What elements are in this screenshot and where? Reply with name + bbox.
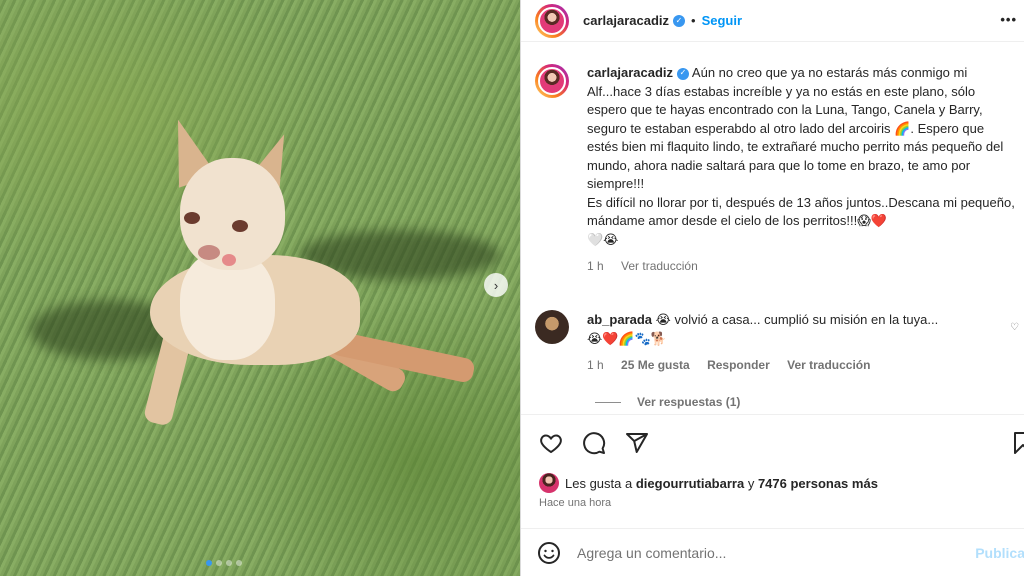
comment-username[interactable]: ab_parada	[587, 312, 652, 327]
carousel-next-button[interactable]: ›	[484, 273, 508, 297]
dog-eye	[184, 212, 200, 224]
view-replies-label: Ver respuestas (1)	[637, 395, 741, 409]
avatar[interactable]	[539, 473, 559, 493]
comment-emoji-line: 😭❤️🌈🐾🐕	[587, 331, 667, 346]
likes-and: y	[747, 475, 755, 491]
comment-like-icon[interactable]: ♡	[1010, 322, 1019, 333]
avatar[interactable]	[535, 310, 569, 344]
more-options-icon[interactable]: •••	[1000, 12, 1017, 27]
caption-emoji: 😱❤️	[857, 213, 887, 228]
comment-item: ab_parada 😭 volvió a casa... cumplió su …	[535, 310, 1019, 375]
reply-button[interactable]: Responder	[707, 358, 770, 372]
likes-user[interactable]: diegourrutiabarra	[636, 476, 744, 491]
view-replies-button[interactable]: Ver respuestas (1)	[595, 395, 740, 409]
rainbow-emoji: 🌈	[894, 120, 911, 136]
dog-tongue	[222, 254, 236, 266]
see-translation-link[interactable]: Ver traducción	[621, 259, 698, 273]
likes-prefix: Les gusta a	[565, 475, 633, 491]
caption-username[interactable]: carlajaracadiz	[587, 65, 673, 80]
chevron-right-icon: ›	[493, 277, 499, 293]
share-icon[interactable]	[625, 431, 649, 455]
comment-time: 1 h	[587, 358, 604, 372]
carousel-dot	[236, 560, 242, 566]
post-timestamp: Hace una hora	[539, 497, 612, 509]
post-image[interactable]: ›	[0, 0, 520, 576]
post-caption: carlajaracadiz ✓ Aún no creo que ya no es…	[535, 64, 1019, 276]
dog-nose	[198, 245, 220, 260]
publish-button[interactable]: Publica	[975, 545, 1024, 561]
carousel-dots	[206, 560, 242, 566]
add-comment-bar: Publica	[521, 528, 1024, 576]
caption-time: 1 h	[587, 259, 604, 273]
comment-emoji: 😭	[655, 312, 671, 327]
divider	[595, 401, 621, 403]
separator-dot: •	[691, 13, 696, 28]
heart-icon[interactable]	[539, 431, 563, 455]
carousel-dot	[216, 560, 222, 566]
verified-icon: ✓	[677, 67, 690, 80]
avatar[interactable]	[535, 3, 569, 38]
likes-summary: Les gusta a diegourrutiabarra y 7476 per…	[539, 473, 878, 493]
carousel-dot	[206, 560, 212, 566]
see-translation-link[interactable]: Ver traducción	[787, 358, 870, 372]
comment-likes[interactable]: 25 Me gusta	[621, 358, 690, 372]
avatar[interactable]	[535, 64, 569, 98]
carousel-dot	[226, 560, 232, 566]
post-header: carlajaracadiz ✓ • Seguir •••	[521, 0, 1024, 42]
emoji-icon[interactable]	[537, 541, 561, 565]
caption-emoji-line: 🤍😭	[587, 231, 619, 247]
comment-text: volvió a casa... cumplió su misión en la…	[674, 312, 939, 327]
dog-eye	[232, 220, 248, 232]
post-sidebar: carlajaracadiz ✓ • Seguir ••• carlajarac…	[520, 0, 1024, 576]
post-actions	[521, 414, 1024, 468]
comment-icon[interactable]	[582, 431, 606, 455]
post-username[interactable]: carlajaracadiz	[583, 13, 669, 28]
verified-icon: ✓	[673, 14, 686, 27]
caption-text-3: Es difícil no llorar por ti, después de …	[587, 194, 1015, 229]
likes-others[interactable]: 7476 personas más	[758, 476, 878, 491]
comment-input[interactable]	[577, 544, 957, 561]
follow-button[interactable]: Seguir	[702, 13, 742, 28]
save-icon[interactable]	[1011, 431, 1024, 455]
